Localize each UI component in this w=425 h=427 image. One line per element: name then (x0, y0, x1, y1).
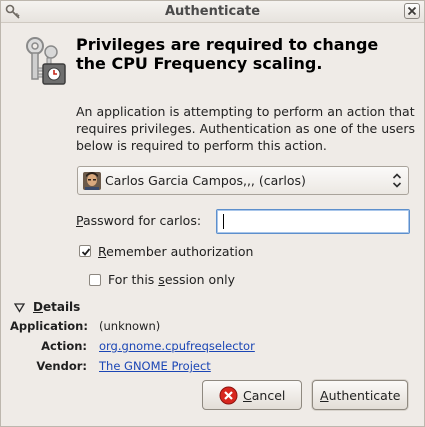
remember-label[interactable]: Remember authorization (98, 244, 253, 259)
password-field[interactable] (216, 209, 410, 234)
dialog-description: An application is attempting to perform … (76, 104, 415, 153)
cancel-button[interactable]: Cancel (202, 380, 302, 410)
close-button[interactable] (404, 3, 420, 19)
text-cursor (223, 214, 224, 229)
session-only-checkbox[interactable] (89, 274, 101, 286)
user-select[interactable]: Carlos Garcia Campos,,, (carlos) (77, 166, 409, 195)
session-only-label-pre: For this (108, 272, 159, 287)
user-select-value: Carlos Garcia Campos,,, (carlos) (105, 173, 306, 188)
password-label-text: assword for carlos: (82, 213, 202, 228)
cancel-button-label: Cancel (243, 388, 285, 403)
cancel-label-text: ancel (251, 388, 286, 403)
authenticate-label-text: uthenticate (328, 388, 401, 403)
chevron-updown-icon (392, 173, 402, 188)
details-label-text: etails (42, 300, 81, 314)
title-bar[interactable]: Authenticate (1, 1, 424, 23)
cancel-label-accel: C (243, 388, 252, 403)
authenticate-button[interactable]: Authenticate (312, 380, 408, 410)
checkmark-icon (81, 248, 91, 256)
window-title: Authenticate (164, 4, 261, 19)
details-label-accel: D (33, 300, 43, 314)
user-avatar (83, 172, 101, 190)
session-only-label[interactable]: For this session only (108, 272, 235, 287)
detail-key-vendor: Vendor: (36, 359, 87, 373)
detail-value-application: (unknown) (99, 319, 161, 333)
password-label-accel: P (76, 213, 83, 228)
remember-checkbox[interactable] (79, 245, 91, 257)
close-icon (407, 6, 417, 16)
password-label: Password for carlos: (76, 213, 201, 228)
detail-key-action: Action: (41, 339, 87, 353)
cancel-icon (219, 386, 238, 405)
expander-arrow-icon[interactable] (14, 303, 25, 313)
authenticate-label-accel: A (320, 388, 329, 403)
keys-padlock-icon (26, 37, 66, 85)
details-expander[interactable]: Details (33, 300, 80, 314)
authenticate-dialog: Authenticate Privileges are required to … (0, 0, 425, 427)
detail-link-action[interactable]: org.gnome.cpufreqselector (99, 339, 255, 353)
remember-label-accel: R (98, 244, 107, 259)
detail-link-vendor[interactable]: The GNOME Project (99, 359, 211, 373)
session-only-label-text: ession only (164, 272, 235, 287)
remember-label-text: emember authorization (106, 244, 254, 259)
authenticate-button-label: Authenticate (320, 388, 400, 403)
dialog-heading: Privileges are required to change the CP… (76, 35, 379, 73)
detail-key-application: Application: (10, 319, 88, 333)
